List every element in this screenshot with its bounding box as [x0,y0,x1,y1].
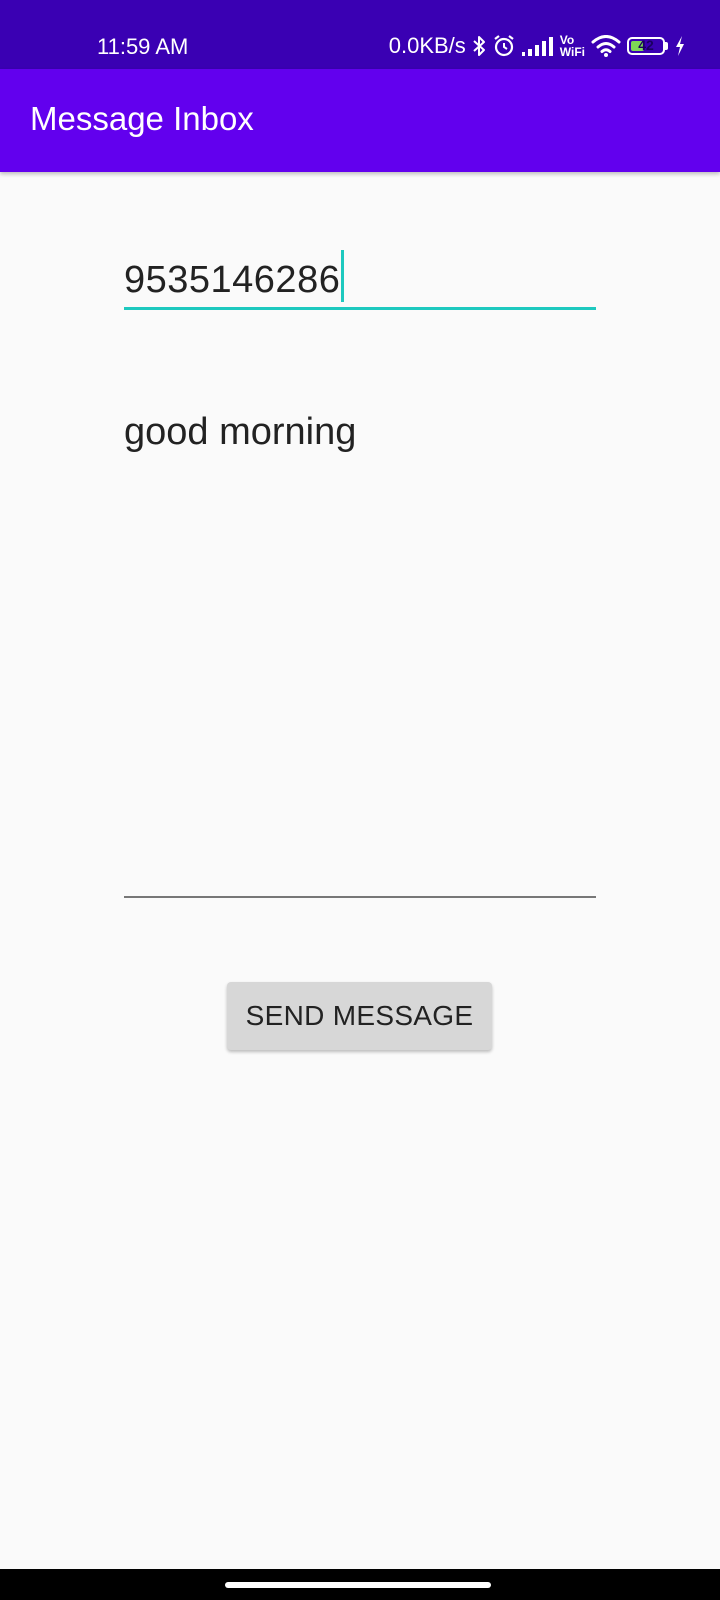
bluetooth-icon [472,34,486,58]
status-icons: 0.0KB/s Vo WiFi 42 [389,30,686,62]
screen: 11:59 AM 0.0KB/s Vo WiFi 42 Message Inbo… [0,0,720,1600]
phone-number-value-wrap: 9535146286 [124,250,345,308]
signal-icon [521,36,554,56]
navigation-bar [0,1569,720,1600]
message-value: good morning [124,411,357,453]
status-bar: 11:59 AM 0.0KB/s Vo WiFi 42 [0,0,720,69]
battery-body: 42 [627,37,665,55]
alarm-icon [492,34,516,58]
battery-icon: 42 [627,37,668,55]
app-title: Message Inbox [30,100,254,137]
battery-level: 42 [638,37,654,53]
phone-number-value: 9535146286 [124,259,341,302]
status-time: 11:59 AM [97,34,189,59]
home-indicator[interactable] [225,1582,491,1588]
network-speed: 0.0KB/s [388,33,466,58]
phone-number-input[interactable]: 9535146286 [124,244,596,310]
vowifi-bottom: WiFi [559,45,585,59]
vowifi-indicator: Vo WiFi [560,34,585,58]
message-input[interactable]: good morning [124,402,596,898]
send-message-button[interactable]: SEND MESSAGE [227,982,492,1050]
battery-tip [665,42,668,50]
wifi-icon [591,35,621,57]
charging-icon [674,35,686,57]
text-cursor [341,250,345,302]
app-bar: Message Inbox [0,69,720,172]
